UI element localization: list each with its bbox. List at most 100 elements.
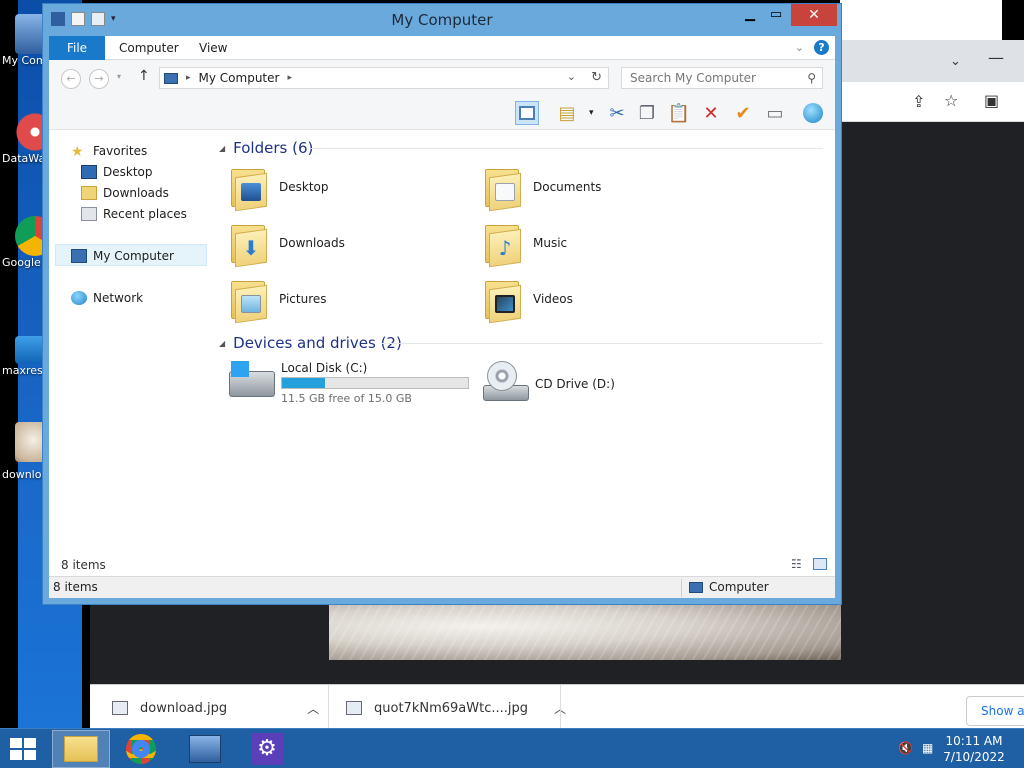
taskbar-file-explorer[interactable] (52, 730, 110, 768)
image-file-icon (112, 701, 128, 715)
folder-documents[interactable]: Documents (483, 162, 733, 212)
forward-button[interactable]: → (89, 69, 109, 89)
collapse-triangle-icon[interactable]: ◢ (219, 339, 225, 348)
desktop-icon-label: Google Chrome (2, 256, 46, 269)
computer-icon (164, 72, 178, 84)
show-all-button[interactable]: Show all (966, 696, 1024, 726)
search-icon[interactable]: ⚲ (807, 68, 816, 88)
back-button[interactable]: ← (61, 69, 81, 89)
server-manager-icon (189, 735, 221, 763)
status-bar: 8 items Computer (49, 576, 835, 598)
nav-my-computer[interactable]: My Computer (71, 246, 174, 266)
tab-view[interactable]: View (199, 36, 227, 60)
folder-videos[interactable]: Videos (483, 274, 733, 324)
select-all-button[interactable]: ▤ (555, 101, 579, 125)
nav-recent-places[interactable]: Recent places (81, 204, 187, 224)
tiles-view-icon[interactable] (813, 558, 827, 570)
navigation-pane: ★ Favorites Desktop Downloads Recent pla… (49, 131, 209, 566)
paste-button[interactable]: 📋 (667, 101, 691, 125)
download-item[interactable]: download.jpg ︿ (112, 697, 319, 719)
pane-icon (519, 106, 535, 120)
up-arrow-icon[interactable]: ↑ (138, 68, 150, 84)
folder-check-icon: ▤ (558, 102, 576, 124)
network-globe-button[interactable] (801, 101, 825, 125)
sidebar-icon[interactable]: ▣ (984, 91, 999, 110)
taskbar-server-manager[interactable] (176, 730, 234, 768)
system-clock[interactable]: 10:11 AM 7/10/2022 (942, 733, 1006, 765)
chevron-down-icon[interactable]: ⌄ (950, 54, 961, 69)
nav-downloads[interactable]: Downloads (81, 183, 169, 203)
rename-button[interactable]: ✔ (731, 101, 755, 125)
download-shelf: download.jpg ︿ quot7kNm69aWtc....jpg ︿ (90, 684, 1024, 729)
browser-toolbar: ⇪ ☆ ▣ (840, 82, 1024, 122)
address-bar[interactable]: ▸ My Computer ▸ ⌄ ↻ (159, 67, 609, 89)
cat-photo (329, 604, 841, 660)
star-icon[interactable]: ☆ (944, 91, 958, 110)
share-icon[interactable]: ⇪ (912, 92, 925, 111)
recent-places-icon (81, 207, 97, 221)
drives-group-header[interactable]: ◢ Devices and drives (2) (219, 331, 823, 355)
chevron-down-icon[interactable]: ▾ (117, 72, 121, 81)
drive-c[interactable]: Local Disk (C:) 11.5 GB free of 15.0 GB (229, 359, 489, 411)
collapse-triangle-icon[interactable]: ◢ (219, 144, 225, 153)
nav-label: My Computer (93, 249, 174, 263)
drive-d[interactable]: CD Drive (D:) (483, 359, 743, 411)
chevron-up-icon[interactable]: ︿ (307, 700, 319, 717)
folder-desktop[interactable]: Desktop (229, 162, 479, 212)
folders-group-header[interactable]: ◢ Folders (6) (219, 136, 823, 160)
details-view-icon[interactable]: ☷ (791, 557, 802, 571)
computer-icon (71, 249, 87, 263)
tab-file[interactable]: File (49, 36, 105, 60)
drive-usage-fill (282, 378, 326, 388)
properties-button[interactable]: ▭ (763, 101, 787, 125)
globe-icon (803, 103, 823, 123)
nav-favorites[interactable]: ★ Favorites (71, 141, 147, 161)
minimize-button[interactable]: ▁ (737, 4, 763, 26)
start-button[interactable] (8, 737, 38, 761)
status-location: Computer (709, 580, 769, 594)
nav-network[interactable]: Network (71, 288, 143, 308)
folder-downloads[interactable]: ⬇ Downloads (229, 218, 479, 268)
scissors-icon: ✂ (609, 102, 625, 124)
volume-muted-icon[interactable]: 🔇 (898, 741, 914, 755)
desktop-icon-label: maxresdefault (2, 364, 46, 377)
divider (681, 579, 682, 597)
nav-desktop[interactable]: Desktop (81, 162, 153, 182)
taskbar-chrome[interactable] (112, 730, 170, 768)
search-input[interactable]: Search My Computer ⚲ (621, 67, 823, 89)
nav-label: Network (93, 291, 144, 305)
address-path: My Computer (198, 71, 280, 85)
desktop-folder-icon (229, 165, 269, 212)
chevron-down-icon[interactable]: ⌄ (567, 70, 576, 83)
window-title: My Computer (391, 11, 493, 29)
help-icon[interactable]: ? (814, 40, 829, 55)
maximize-button[interactable]: ▭ (763, 4, 789, 26)
copy-button[interactable]: ❐ (635, 101, 659, 125)
folder-name: Documents (533, 180, 602, 194)
preview-pane-button[interactable] (515, 101, 539, 125)
chevron-right-icon[interactable]: ▸ (287, 73, 292, 83)
documents-folder-icon (483, 165, 523, 212)
chevron-down-icon[interactable]: ⌄ (795, 41, 804, 54)
pictures-folder-icon (229, 277, 269, 324)
folder-music[interactable]: ♪ Music (483, 218, 733, 268)
chevron-down-icon[interactable]: ▾ (589, 108, 594, 118)
delete-button[interactable]: ✕ (699, 101, 723, 125)
tab-computer[interactable]: Computer (119, 36, 179, 60)
close-button[interactable]: ✕ (791, 4, 837, 26)
taskbar-settings[interactable]: ⚙ (238, 730, 296, 768)
divider (328, 685, 329, 729)
cut-button[interactable]: ✂ (605, 101, 629, 125)
minimize-icon[interactable]: — (988, 48, 1004, 67)
title-bar[interactable]: ▾ My Computer ▁ ▭ ✕ (43, 4, 841, 36)
nav-label: Downloads (103, 186, 169, 200)
file-explorer-icon (64, 736, 98, 762)
download-name: download.jpg (140, 700, 228, 716)
folder-pictures[interactable]: Pictures (229, 274, 479, 324)
refresh-icon[interactable]: ↻ (591, 70, 602, 85)
network-icon[interactable]: ▦ (922, 741, 938, 755)
download-item[interactable]: quot7kNm69aWtc....jpg ︿ (346, 697, 566, 719)
status-item-count: 8 items (53, 580, 98, 594)
taskbar: ⚙ 🔇 ▦ 10:11 AM 7/10/2022 (0, 728, 1024, 768)
nav-label: Recent places (103, 207, 187, 221)
